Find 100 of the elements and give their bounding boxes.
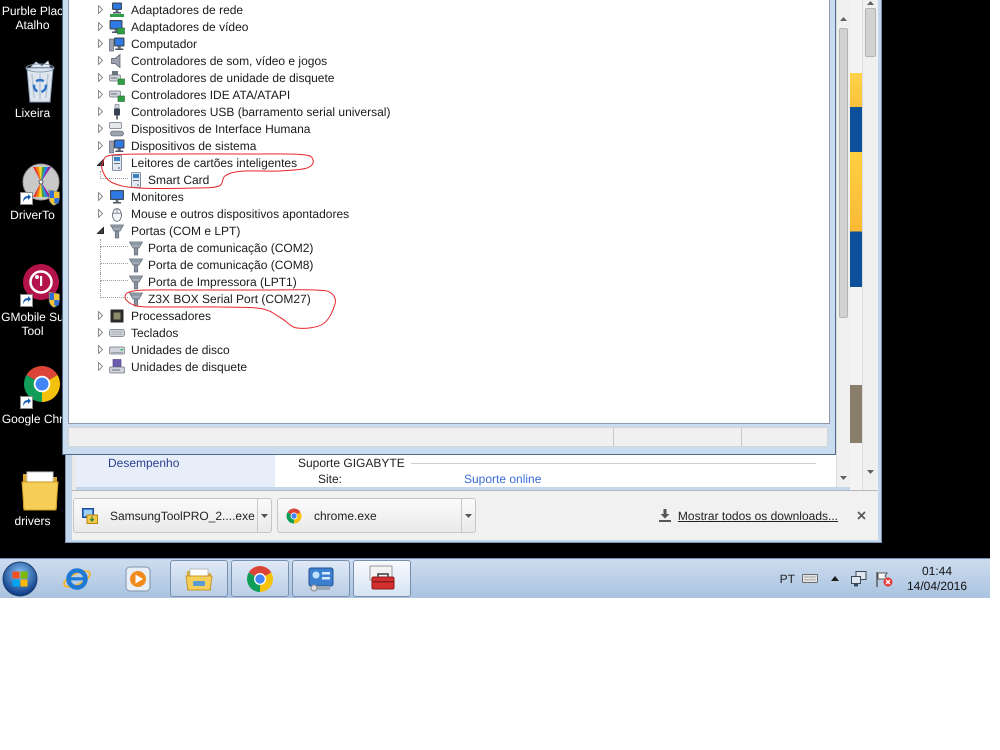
start-orb-icon [2,560,38,596]
expand-arrow-icon[interactable] [98,5,102,14]
computer-icon [109,36,125,52]
link[interactable]: Suporte online [464,472,542,486]
expand-arrow-icon[interactable] [98,328,102,337]
keyboard-gamepad-icon [109,120,125,136]
expand-arrow-icon[interactable] [98,73,102,82]
download-item[interactable]: SamsungToolPRO_2....exe [73,498,272,533]
down-arrow-icon[interactable] [840,476,847,480]
network-icon[interactable] [851,570,867,586]
tree-item[interactable]: Controladores de unidade de disquete [109,70,334,86]
expand-arrow-icon[interactable] [98,124,102,133]
tree-item[interactable]: Processadores [109,308,212,324]
section-title: Suporte GIGABYTE [298,456,405,470]
tree-item[interactable]: Monitores [109,188,184,204]
show-all-downloads-link[interactable]: Mostrar todos os downloads... [678,506,838,524]
tree-item[interactable]: Smart Card [128,171,210,188]
tree-item[interactable]: Porta de comunicação (COM8) [128,256,314,273]
expand-arrow-icon[interactable] [98,141,102,150]
field-label: Site: [318,472,344,486]
sidebar-item[interactable]: Desempenho [108,456,275,470]
taskbar-button[interactable] [353,560,411,597]
expand-arrow-icon[interactable] [98,56,102,65]
tree-item[interactable]: Controladores IDE ATA/ATAPI [109,86,290,102]
expand-arrow-icon[interactable] [98,209,102,218]
download-item[interactable]: chrome.exe [277,498,476,533]
tree-item[interactable]: Adaptadores de rede [109,2,244,18]
expand-arrow-icon[interactable] [98,192,102,201]
play-icon [123,564,153,594]
browser-logo-icon [245,564,275,594]
tree-item[interactable]: Dispositivos de Interface Humana [109,120,310,136]
port-connector-icon [128,256,144,272]
expand-arrow-icon[interactable] [98,107,102,116]
down-arrow-icon[interactable] [867,470,874,474]
up-arrow-icon[interactable] [831,576,839,581]
port-connector-icon [128,274,144,290]
tree-item[interactable]: Controladores de som, vídeo e jogos [109,52,328,68]
monitor-card-icon [109,18,125,34]
expand-arrow-icon[interactable] [98,345,102,354]
download-icon [658,509,671,522]
scroll-thumb[interactable] [839,28,848,318]
tree-item[interactable]: Portas (COM e LPT) [109,222,240,238]
keyboard-icon[interactable] [802,573,818,584]
close-button[interactable] [857,511,866,520]
tree-item[interactable]: Computador [109,36,198,52]
port-connector-icon [128,240,144,256]
download-options-button[interactable] [461,499,475,532]
tree-item[interactable]: Controladores USB (barramento serial universal) [109,104,390,120]
chip-icon [109,308,125,324]
desktop-icon-label[interactable]: Lixeira [0,106,65,120]
computer-icon [109,138,125,154]
tree-item[interactable]: Adaptadores de vídeo [109,18,248,34]
file-name: SamsungToolPRO_2....exe [110,508,255,524]
port-connector-icon [128,290,144,306]
tree-item[interactable]: Mouse e outros dispositivos apontadores [109,206,350,222]
tree-item[interactable]: Leitores de cartões inteligentes [109,154,298,170]
tree-item[interactable]: Teclados [109,324,178,340]
monitor-icon [109,188,125,204]
collapse-arrow-icon[interactable] [96,159,104,166]
desktop-icon-label[interactable]: Purble Plac Atalho [0,4,65,32]
expand-arrow-icon[interactable] [98,39,102,48]
scroll-thumb[interactable] [865,8,876,57]
tree-item[interactable]: Porta de Impressora (LPT1) [128,273,297,290]
collapse-arrow-icon[interactable] [96,227,104,234]
tree-item[interactable]: Dispositivos de sistema [109,138,256,154]
clock[interactable]: 01:44 14/04/2016 [907,564,967,594]
desktop-icon-label[interactable]: DriverTo [0,208,65,222]
tree-item[interactable]: Porta de comunicação (COM2) [128,239,314,256]
file-name: chrome.exe [314,508,377,524]
desktop-icon-label[interactable]: drivers [0,514,65,528]
download-options-button[interactable] [257,499,271,532]
up-arrow-icon[interactable] [840,17,847,21]
start-button[interactable] [1,560,39,598]
taskbar-button[interactable] [231,560,289,597]
floppy-drive-icon [109,358,125,374]
tree-item[interactable]: Unidades de disquete [109,358,248,374]
browser-logo-icon[interactable] [20,364,60,410]
network-icon [109,2,125,18]
expand-arrow-icon[interactable] [98,311,102,320]
port-connector-icon [109,222,125,238]
installer-icon [82,508,98,524]
tree-item[interactable]: Unidades de disco [109,342,230,358]
card-reader-icon [109,154,125,170]
close-icon [857,511,866,520]
flag-error-icon[interactable] [875,570,893,586]
drive-chip-icon [109,70,125,86]
mouse-icon [109,206,125,222]
desktop-icon-label[interactable]: Google Chr [0,412,65,426]
caret-down-icon [465,514,472,518]
taskbar-button[interactable] [292,560,350,597]
expand-arrow-icon[interactable] [98,90,102,99]
browser-logo-icon [286,508,302,524]
expand-arrow-icon[interactable] [98,22,102,31]
expand-arrow-icon[interactable] [98,362,102,371]
photo-placeholder [850,385,862,443]
language-indicator[interactable]: PT [780,570,795,588]
caret-down-icon [261,514,268,518]
round-logo-icon[interactable] [20,262,60,308]
tree-item[interactable]: Z3X BOX Serial Port (COM27) [128,290,311,307]
up-arrow-icon[interactable] [867,1,874,5]
